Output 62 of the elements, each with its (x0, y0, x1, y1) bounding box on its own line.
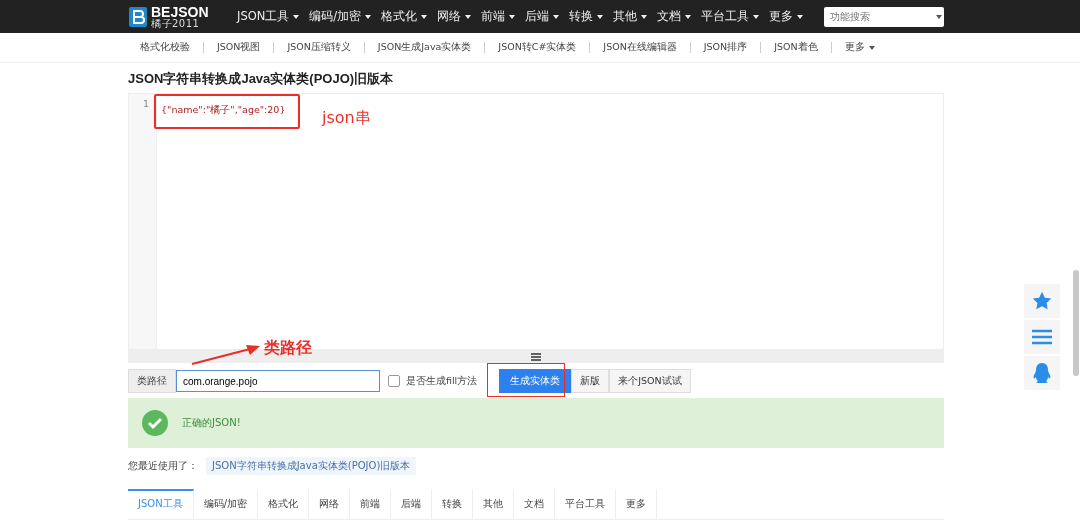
menu-item[interactable]: 更多 (764, 9, 809, 24)
category-tab[interactable]: 后端 (391, 489, 433, 519)
logo-icon (128, 5, 148, 28)
sub-nav-link[interactable]: JSON压缩转义 (287, 41, 351, 54)
sub-nav-link[interactable]: JSON在线编辑器 (603, 41, 677, 54)
penguin-icon (1032, 362, 1052, 384)
sub-nav-link[interactable]: JSON转C#实体类 (498, 41, 577, 54)
search-input[interactable]: 功能搜索 (824, 11, 936, 22)
menu-item[interactable]: JSON工具 (232, 9, 305, 24)
category-tab[interactable]: 编码/加密 (193, 489, 259, 519)
path-label: 类路径 (128, 369, 176, 393)
alert-message: 正确的JSON! (182, 416, 241, 430)
caret-icon[interactable] (936, 14, 942, 19)
line-number: 1 (141, 98, 150, 109)
annotation-label: json串 (322, 108, 371, 129)
checkbox-label: 是否生成fill方法 (406, 374, 478, 388)
category-tab[interactable]: 前端 (350, 489, 392, 519)
category-tab[interactable]: 其他 (473, 489, 515, 519)
star-icon (1032, 291, 1052, 311)
sub-nav-link[interactable]: JSON生成Java实体类 (377, 41, 472, 54)
check-circle-icon (142, 410, 168, 436)
recent-label: 您最近使用了： (128, 459, 198, 473)
search-field[interactable]: 功能搜索 (824, 6, 944, 27)
menu-item[interactable]: 其他 (608, 9, 653, 24)
menu-item[interactable]: 文档 (652, 9, 697, 24)
recent-link[interactable]: JSON字符串转换成Java实体类(POJO)旧版本 (206, 457, 417, 475)
menu-item[interactable]: 转换 (564, 9, 609, 24)
menu-button[interactable] (1024, 320, 1060, 354)
category-tab[interactable]: 文档 (514, 489, 556, 519)
resize-handle-icon[interactable] (531, 352, 541, 361)
favorite-button[interactable] (1024, 284, 1060, 318)
generate-button[interactable]: 生成实体类 (499, 369, 572, 393)
category-tab[interactable]: 更多 (616, 489, 658, 519)
action-button[interactable]: 来个JSON试试 (609, 369, 691, 393)
menu-icon (1032, 329, 1052, 345)
arrow-annotation (190, 344, 262, 366)
menu-item[interactable]: 网络 (432, 9, 477, 24)
page-title: JSON字符串转换成Java实体类(POJO)旧版本 (128, 70, 395, 88)
category-tab[interactable]: 网络 (309, 489, 351, 519)
category-tab[interactable]: 格式化 (258, 489, 310, 519)
category-tab[interactable]: JSON工具 (128, 489, 194, 519)
menu-item[interactable]: 编码/加密 (304, 9, 377, 24)
category-tab[interactable]: 转换 (432, 489, 474, 519)
logo-subtitle: 橘子2011 (151, 18, 201, 29)
caret-icon[interactable] (868, 45, 875, 50)
package-path-field[interactable]: com.orange.pojo (176, 370, 380, 392)
chat-button[interactable] (1024, 356, 1060, 390)
menu-item[interactable]: 前端 (476, 9, 521, 24)
category-tab[interactable]: 平台工具 (555, 489, 617, 519)
action-button[interactable]: 新版 (571, 369, 610, 393)
sub-nav-link[interactable]: JSON排序 (703, 41, 748, 54)
sub-nav-link[interactable]: 格式化校验 (140, 41, 190, 54)
sub-nav-link[interactable]: JSON着色 (774, 41, 818, 54)
fill-checkbox[interactable] (388, 375, 400, 387)
logo-name[interactable]: BEJSON (151, 4, 209, 19)
menu-item[interactable]: 格式化 (376, 9, 433, 24)
sub-nav-link[interactable]: 更多 (844, 41, 875, 54)
menu-item[interactable]: 平台工具 (696, 9, 765, 24)
scrollbar-thumb[interactable] (1073, 270, 1079, 376)
menu-item[interactable]: 后端 (520, 9, 565, 24)
code-line: {"name":"橘子","age":20} (161, 104, 286, 115)
sub-nav-link[interactable]: JSON视图 (217, 41, 261, 54)
